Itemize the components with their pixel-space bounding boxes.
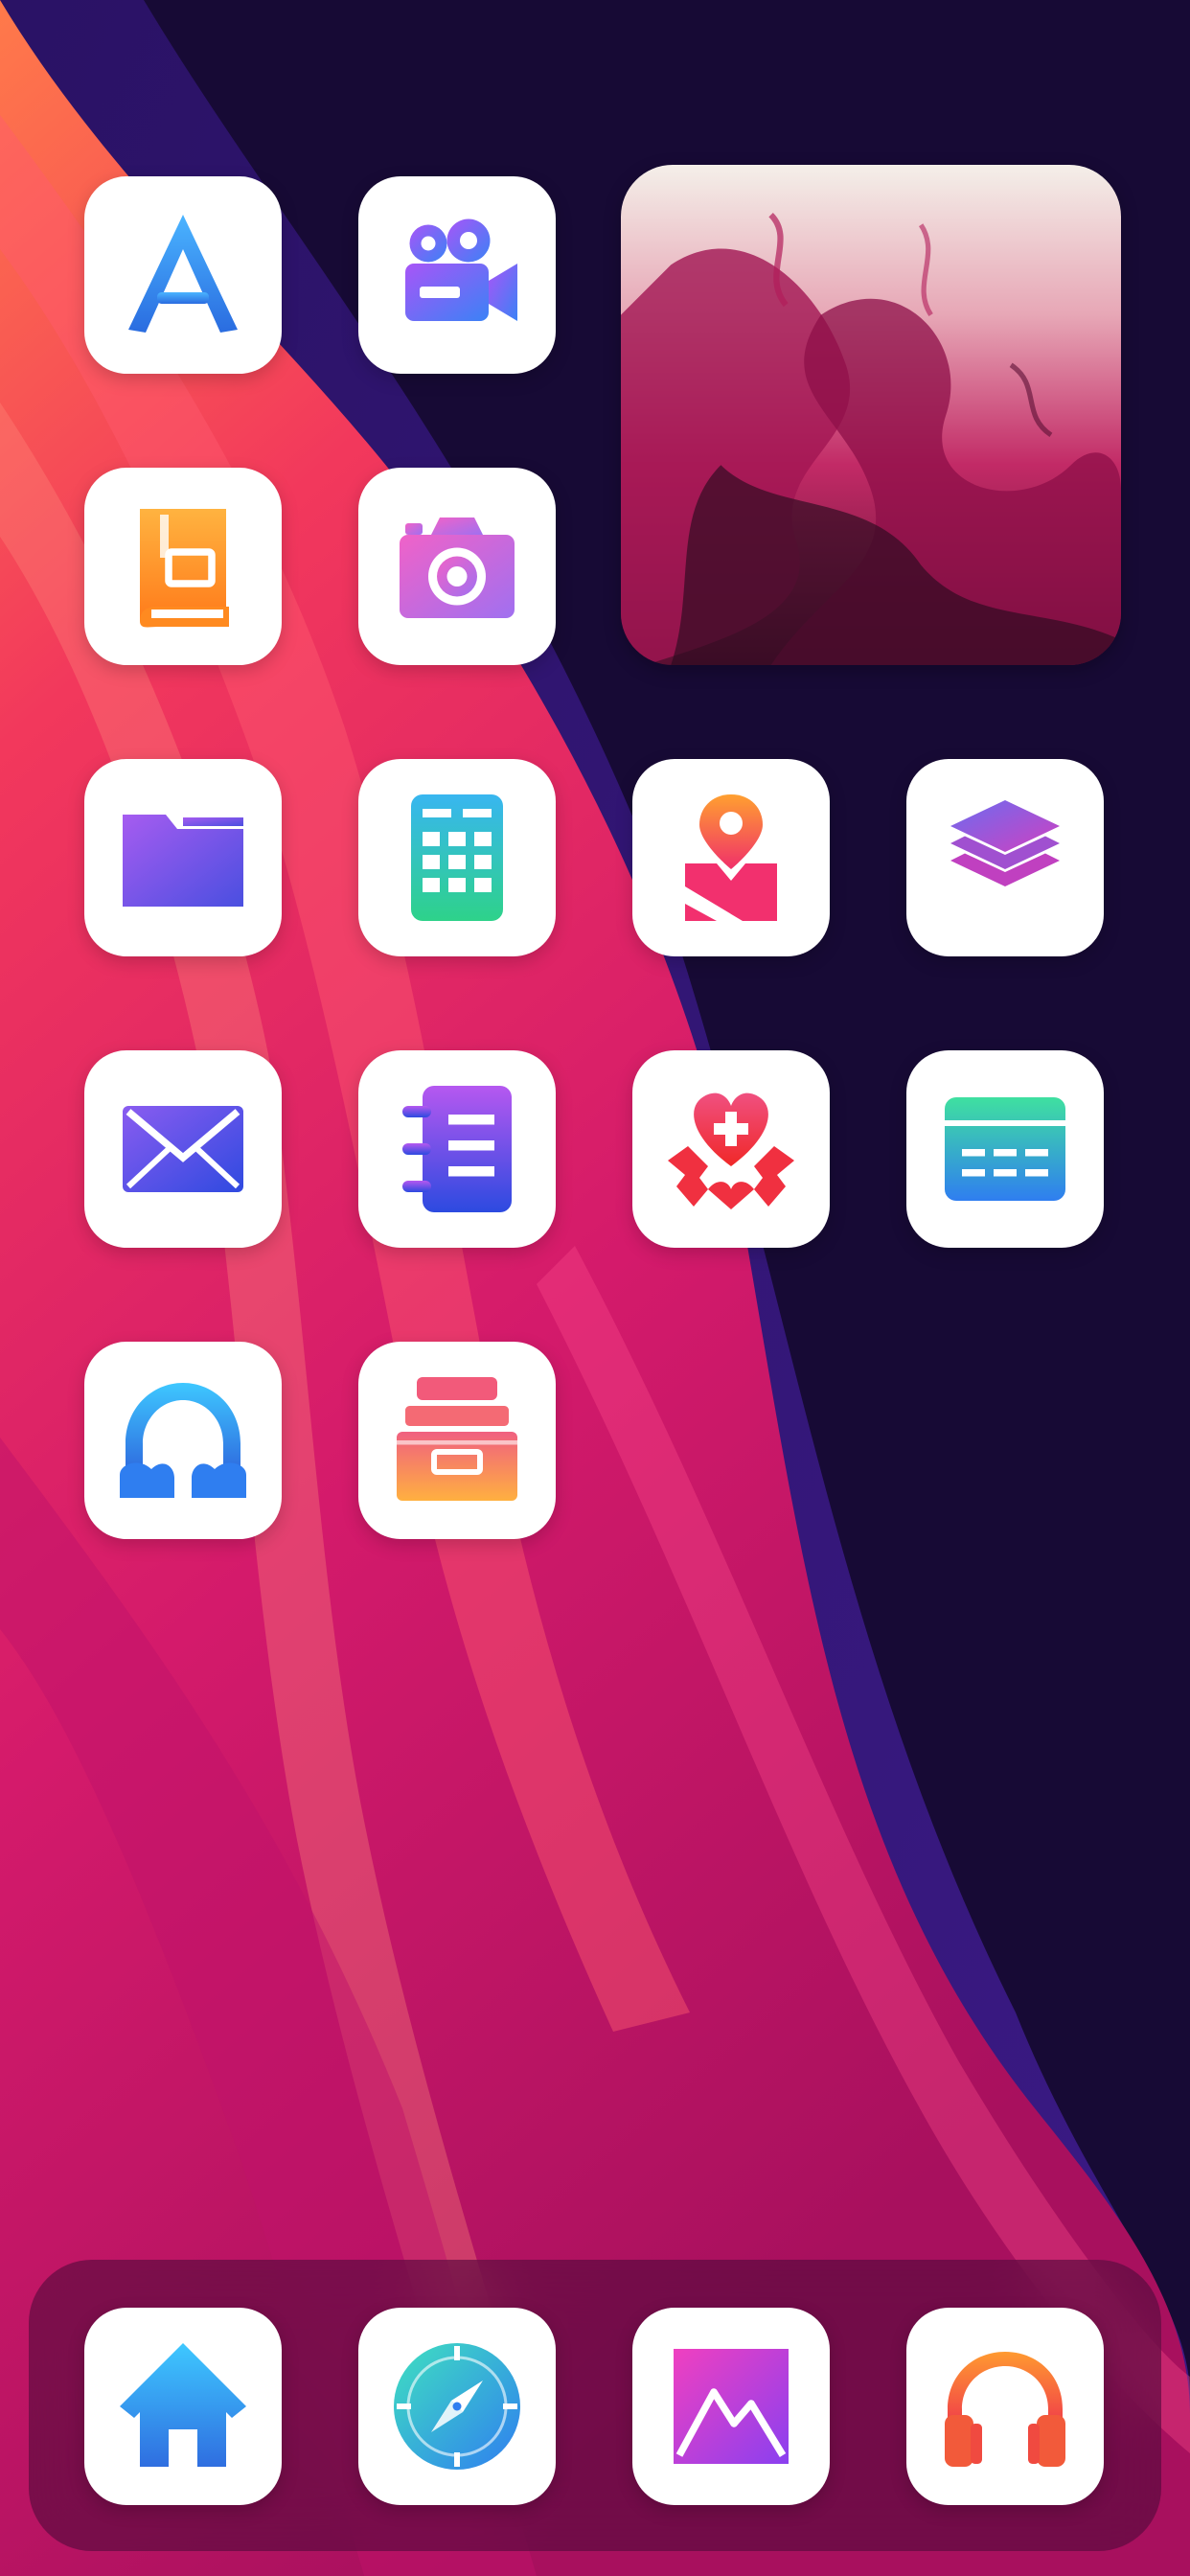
layers-glyph xyxy=(950,800,1060,886)
headphones-glyph xyxy=(945,2352,1065,2467)
photos-icon[interactable] xyxy=(632,2308,830,2505)
photo-widget[interactable] xyxy=(621,165,1121,665)
video-camera-glyph xyxy=(405,218,517,321)
health-glyph xyxy=(668,1092,794,1209)
calculator-glyph xyxy=(411,794,503,921)
ink-photo xyxy=(621,165,1121,665)
archive-icon[interactable] xyxy=(358,1342,556,1539)
archive-glyph xyxy=(397,1377,517,1501)
headphones-arch-icon[interactable] xyxy=(84,1342,282,1539)
notes-icon[interactable] xyxy=(358,1050,556,1248)
camera-icon[interactable] xyxy=(358,468,556,665)
calculator-icon[interactable] xyxy=(358,759,556,956)
headphones-arch-glyph xyxy=(120,1383,246,1498)
home-icon[interactable] xyxy=(84,2308,282,2505)
safari-compass-icon[interactable] xyxy=(358,2308,556,2505)
music-headphones-icon[interactable] xyxy=(906,2308,1104,2505)
calendar-icon[interactable] xyxy=(906,1050,1104,1248)
camera-glyph xyxy=(400,518,515,618)
calendar-glyph xyxy=(945,1097,1065,1201)
home-glyph xyxy=(120,2343,246,2467)
mail-glyph xyxy=(123,1106,243,1192)
books-glyph xyxy=(140,509,229,628)
video-camera-icon[interactable] xyxy=(358,176,556,374)
photos-glyph xyxy=(674,2349,789,2464)
app-store-glyph xyxy=(128,215,238,333)
books-icon[interactable] xyxy=(84,468,282,665)
folder-icon[interactable] xyxy=(84,759,282,956)
folder-glyph xyxy=(123,815,243,907)
maps-icon[interactable] xyxy=(632,759,830,956)
maps-glyph xyxy=(685,794,777,921)
layers-icon[interactable] xyxy=(906,759,1104,956)
mail-icon[interactable] xyxy=(84,1050,282,1248)
notes-glyph xyxy=(402,1086,512,1212)
app-store-icon[interactable] xyxy=(84,176,282,374)
health-icon[interactable] xyxy=(632,1050,830,1248)
compass-glyph xyxy=(394,2343,520,2470)
